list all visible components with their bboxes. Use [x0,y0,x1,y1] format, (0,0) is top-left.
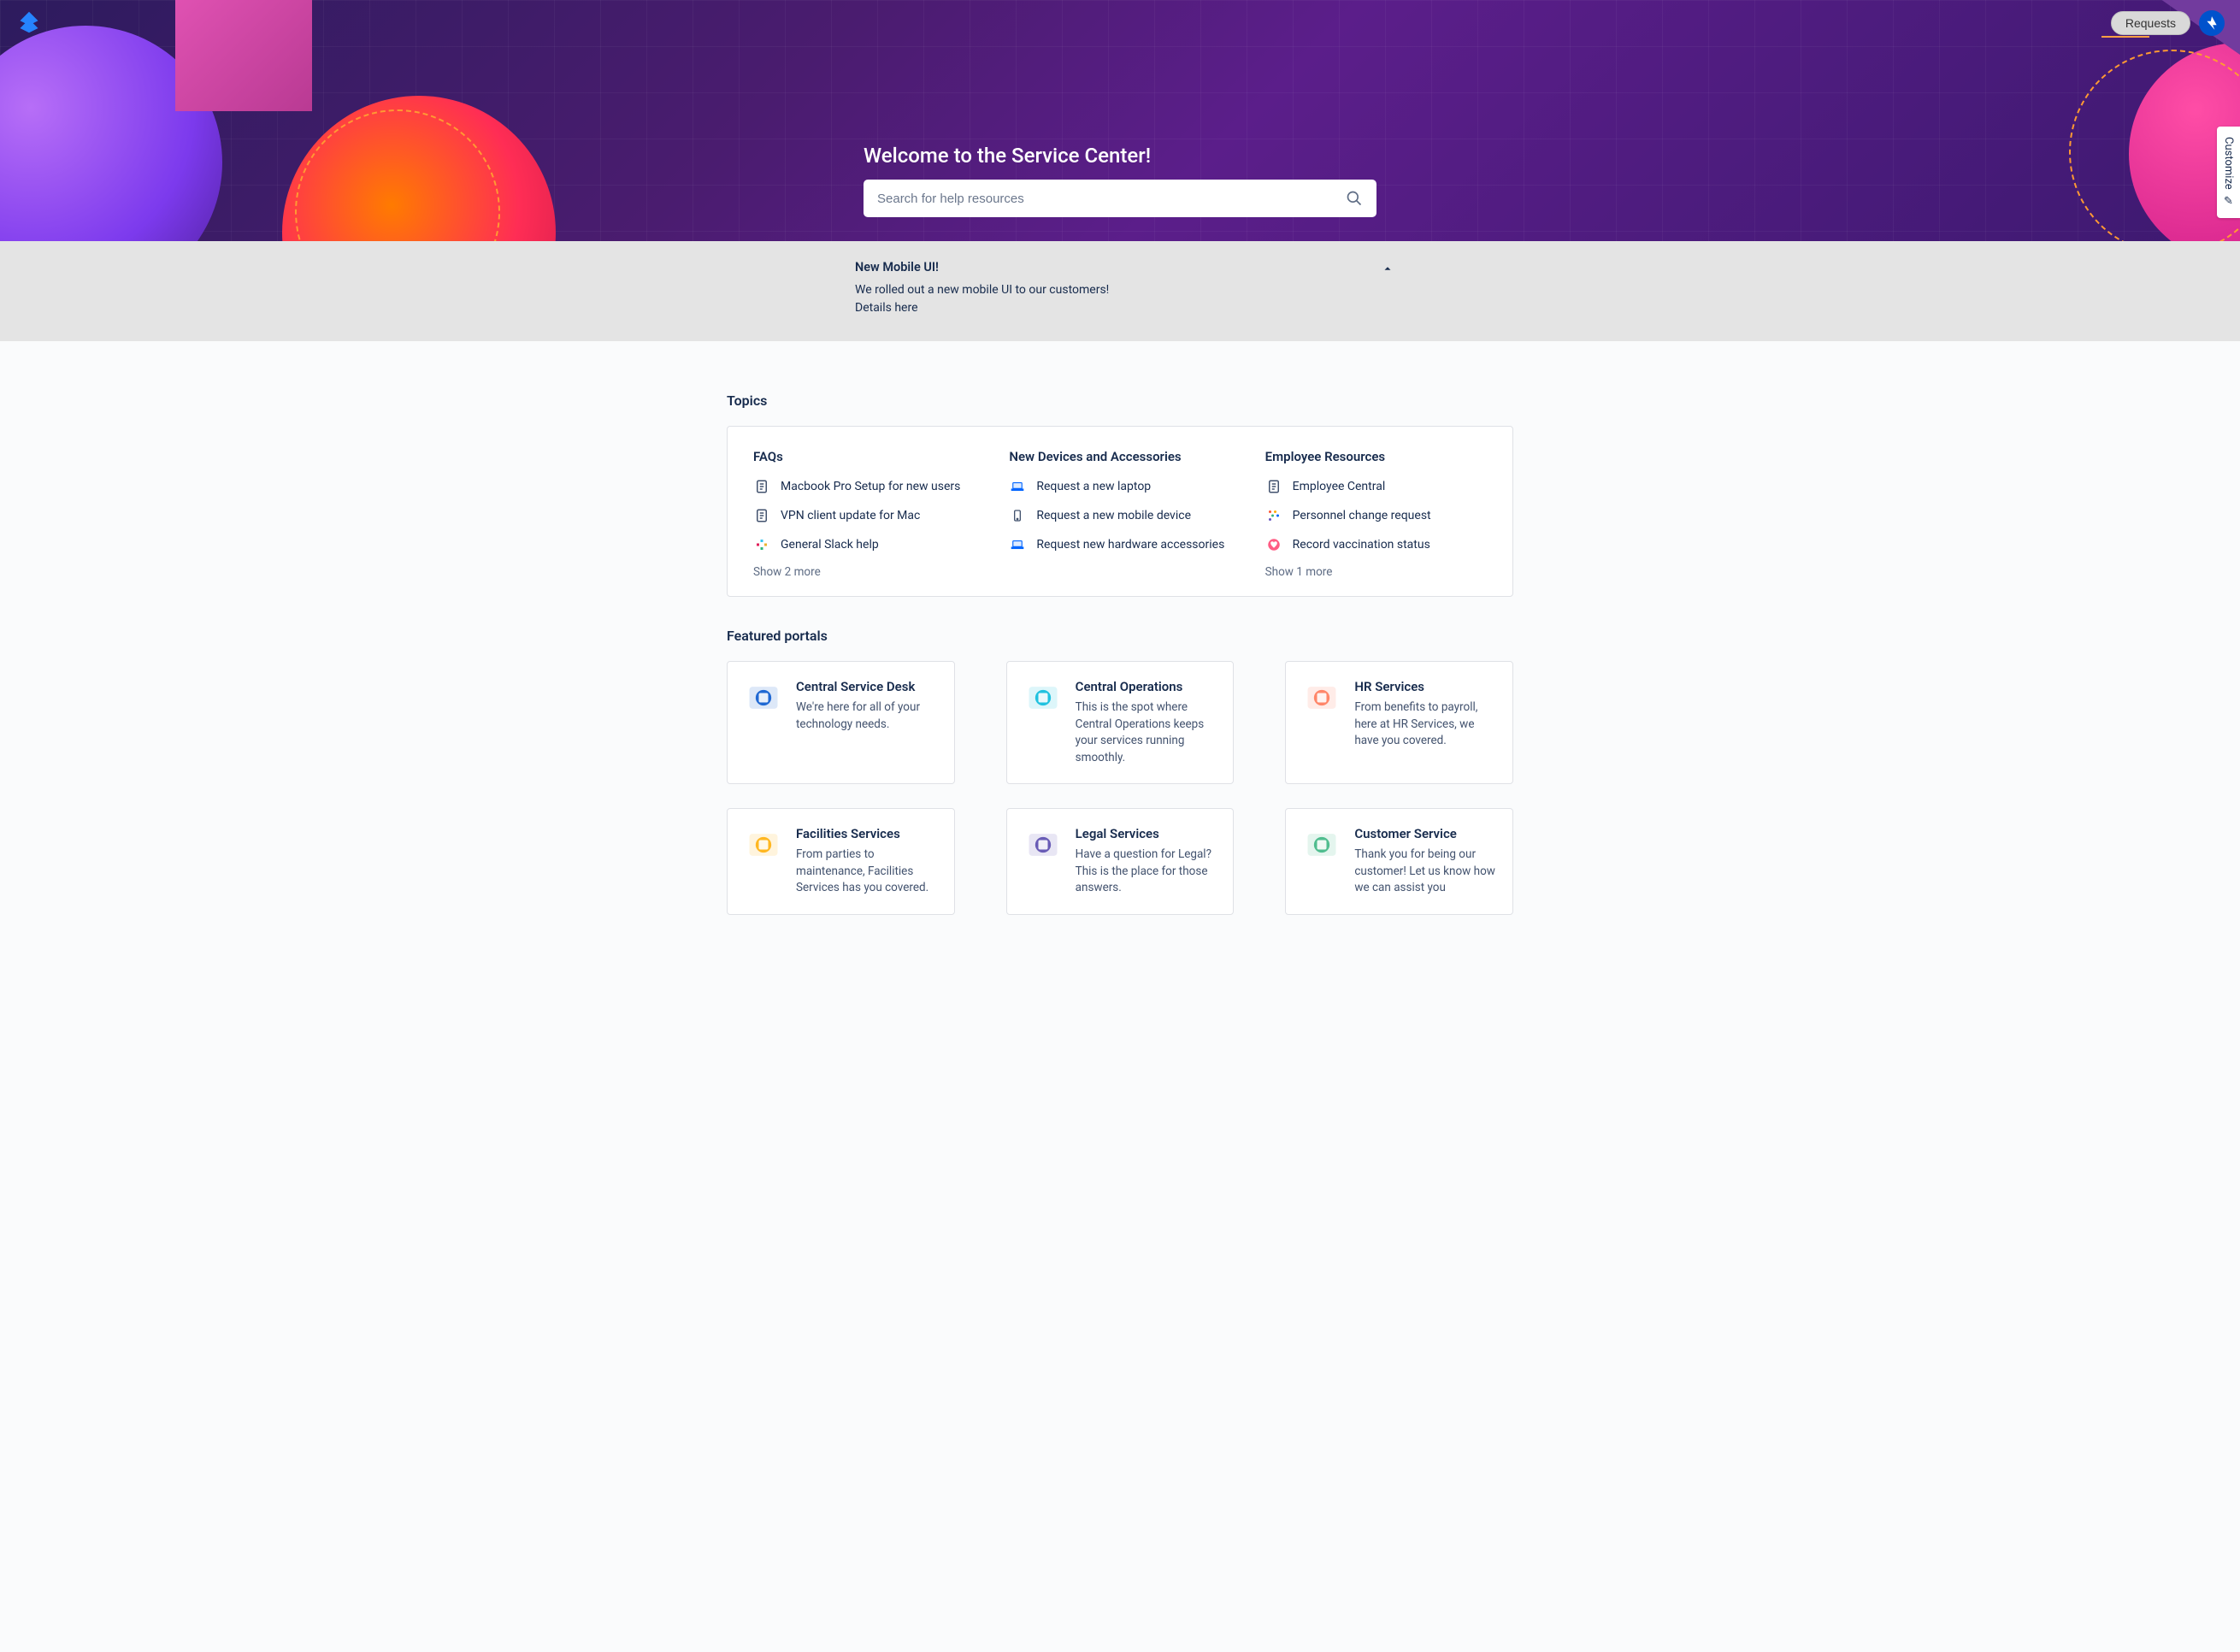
topic-item-label: Personnel change request [1293,509,1431,522]
dots-icon [1265,507,1282,524]
portal-card[interactable]: Customer Service Thank you for being our … [1285,808,1513,915]
pencil-icon: ✎ [2222,195,2235,208]
laptop-icon [1009,536,1026,553]
show-more-link[interactable]: Show 1 more [1265,565,1487,579]
topic-item-label: Employee Central [1293,480,1386,493]
customize-label: Customize [2222,137,2235,190]
document-icon [753,507,770,524]
document-icon [1265,478,1282,495]
announcement-banner: New Mobile UI! We rolled out a new mobil… [0,241,2240,341]
search-wrapper [864,180,1376,217]
portal-desc: From parties to maintenance, Facilities … [796,847,937,897]
requests-button[interactable]: Requests [2111,11,2190,35]
portal-title: HR Services [1354,679,1495,694]
portal-card[interactable]: Central Operations This is the spot where… [1006,661,1235,784]
topic-item[interactable]: Record vaccination status [1265,536,1487,553]
topic-item-label: Request new hardware accessories [1036,538,1224,552]
portal-title: Customer Service [1354,826,1495,841]
topic-column-title: FAQs [753,449,975,464]
announcement-title: New Mobile UI! [855,260,1385,274]
portals-heading: Featured portals [727,628,1513,644]
hero-banner: Requests Customize ✎ Welcome to the Serv… [0,0,2240,241]
portal-title: Central Service Desk [796,679,937,694]
facilities-icon [745,826,782,864]
portal-title: Legal Services [1076,826,1217,841]
topics-heading: Topics [727,392,1513,409]
document-icon [753,478,770,495]
top-header: Requests [2111,10,2225,36]
user-avatar[interactable] [2199,10,2225,36]
announcement-link[interactable]: Details here [855,301,918,315]
topics-card: FAQs Macbook Pro Setup for new users VPN c… [727,426,1513,597]
topic-column-title: New Devices and Accessories [1009,449,1230,464]
hr-icon [1303,679,1341,717]
collapse-button[interactable] [1382,262,1394,278]
portal-card[interactable]: HR Services From benefits to payroll, her… [1285,661,1513,784]
legal-icon [1024,826,1062,864]
topic-item[interactable]: Request a new mobile device [1009,507,1230,524]
portal-title: Facilities Services [796,826,937,841]
portal-desc: Have a question for Legal? This is the p… [1076,847,1217,897]
customize-tab[interactable]: Customize ✎ [2217,127,2240,218]
search-icon [1346,190,1363,207]
search-input[interactable] [877,192,1346,206]
app-logo[interactable] [17,10,41,38]
service-desk-icon [745,679,782,717]
mobile-icon [1009,507,1026,524]
topic-column: FAQs Macbook Pro Setup for new users VPN c… [753,449,975,579]
slack-icon [753,536,770,553]
topic-item-label: General Slack help [781,538,879,552]
portal-desc: From benefits to payroll, here at HR Ser… [1354,699,1495,750]
decor-square [175,0,312,111]
decor-line [2101,36,2149,38]
portal-title: Central Operations [1076,679,1217,694]
customer-icon [1303,826,1341,864]
hero-title: Welcome to the Service Center! [864,144,1376,168]
topic-item[interactable]: VPN client update for Mac [753,507,975,524]
portal-card[interactable]: Central Service Desk We're here for all o… [727,661,955,784]
topic-column-title: Employee Resources [1265,449,1487,464]
topic-item[interactable]: Personnel change request [1265,507,1487,524]
topic-item-label: Record vaccination status [1293,538,1430,552]
hero-content: Welcome to the Service Center! [864,0,1376,217]
portal-card[interactable]: Facilities Services From parties to maint… [727,808,955,915]
announcement-body: We rolled out a new mobile UI to our cus… [855,281,1385,317]
topic-item-label: Macbook Pro Setup for new users [781,480,960,493]
show-more-link[interactable]: Show 2 more [753,565,975,579]
heart-icon [1265,536,1282,553]
topic-item[interactable]: Macbook Pro Setup for new users [753,478,975,495]
gear-icon [1024,679,1062,717]
topic-item-label: Request a new laptop [1036,480,1151,493]
laptop-icon [1009,478,1026,495]
topic-item[interactable]: General Slack help [753,536,975,553]
portal-desc: Thank you for being our customer! Let us… [1354,847,1495,897]
topic-column: Employee Resources Employee Central Person… [1265,449,1487,579]
announcement-text: We rolled out a new mobile UI to our cus… [855,283,1109,297]
topic-item[interactable]: Request a new laptop [1009,478,1230,495]
main-content: Topics FAQs Macbook Pro Setup for new use… [718,341,1522,949]
portal-desc: We're here for all of your technology ne… [796,699,937,733]
topic-item[interactable]: Request new hardware accessories [1009,536,1230,553]
portal-card[interactable]: Legal Services Have a question for Legal?… [1006,808,1235,915]
topic-item[interactable]: Employee Central [1265,478,1487,495]
topic-column: New Devices and Accessories Request a new… [1009,449,1230,579]
portals-grid: Central Service Desk We're here for all o… [727,661,1513,915]
topic-item-label: Request a new mobile device [1036,509,1191,522]
portal-desc: This is the spot where Central Operation… [1076,699,1217,766]
topic-item-label: VPN client update for Mac [781,509,920,522]
